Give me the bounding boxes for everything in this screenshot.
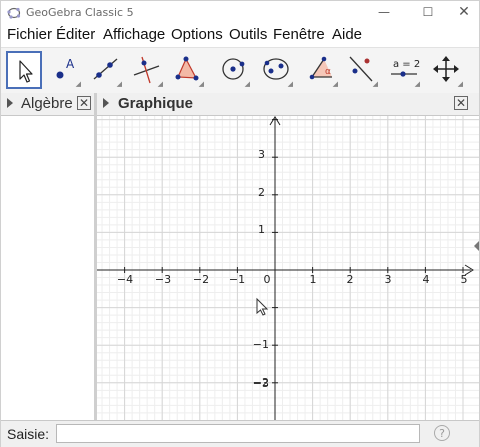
algebra-view-header: Algèbre ✕ (1, 93, 94, 116)
angle-label: α (325, 67, 331, 77)
minimize-button[interactable]: — (365, 1, 403, 25)
menu-options[interactable]: Options (171, 26, 223, 43)
graphics-view-title: Graphique (118, 95, 194, 112)
toolbar: A ◢ ◢ ◢ ◢ ◢ ◢ α ◢ ◢ a = 2 ◢ ◢ (1, 47, 479, 95)
ellipse-icon (263, 58, 289, 80)
menu-affichage[interactable]: Affichage (103, 26, 165, 43)
reflect-tool-button[interactable]: ◢ (344, 51, 380, 89)
dropdown-arrow-icon: ◢ (332, 80, 338, 88)
menu-fichier[interactable]: Fichier (7, 26, 52, 43)
x-tick-label: −2 (193, 273, 209, 286)
geogebra-window: GeoGebra Classic 5 — ☐ ✕ Fichier Éditer … (0, 0, 480, 447)
input-bar: Saisie: ? (1, 420, 479, 447)
dropdown-arrow-icon: ◢ (198, 80, 204, 88)
dropdown-arrow-icon: ◢ (372, 80, 378, 88)
input-label: Saisie: (7, 426, 50, 442)
collapse-arrow-icon[interactable] (103, 98, 109, 108)
circle-tool-button[interactable]: ◢ (216, 51, 252, 89)
x-tick-label: 4 (423, 273, 430, 286)
line-tool-button[interactable]: ◢ (88, 51, 124, 89)
x-tick-label: −1 (229, 273, 245, 286)
circle-icon (222, 58, 245, 80)
polygon-icon (175, 56, 199, 81)
point-tool-button[interactable]: A ◢ (47, 51, 83, 89)
dropdown-arrow-icon: ◢ (157, 80, 163, 88)
graphics-view[interactable]: −4 −3 −2 −1 0 1 2 3 4 5 3 2 1 −1 −2 −3 (97, 116, 479, 420)
window-title: GeoGebra Classic 5 (26, 6, 134, 19)
angle-icon: α (309, 56, 332, 80)
input-field[interactable] (56, 424, 420, 443)
x-tick-label: 3 (385, 273, 392, 286)
perpendicular-line-icon (133, 56, 160, 84)
collapse-arrow-icon[interactable] (7, 98, 13, 108)
menu-editer[interactable]: Éditer (56, 26, 95, 43)
ellipse-tool-button[interactable]: ◢ (259, 51, 295, 89)
algebra-view-title: Algèbre (21, 95, 73, 112)
pointer-arrow-icon (19, 60, 33, 83)
move-view-tool-button[interactable]: ◢ (429, 51, 465, 89)
x-tick-label: 0 (264, 273, 271, 286)
x-tick-label: 1 (310, 273, 317, 286)
y-tick-label: −1 (253, 338, 269, 351)
dropdown-arrow-icon: ◢ (457, 80, 463, 88)
perpendicular-tool-button[interactable]: ◢ (129, 51, 165, 89)
x-tick-label: 5 (461, 273, 468, 286)
expand-panel-arrow-icon[interactable] (474, 241, 479, 251)
slider-label: a = 2 (393, 59, 420, 70)
point-icon: A (56, 57, 75, 79)
y-tick-label: 3 (258, 148, 265, 161)
close-graphics-view-button[interactable]: ✕ (454, 96, 468, 110)
move-tool-button[interactable] (6, 51, 42, 89)
x-tick-label: −4 (117, 273, 133, 286)
menu-bar: Fichier Éditer Affichage Options Outils … (1, 25, 479, 46)
close-algebra-view-button[interactable]: ✕ (77, 96, 91, 110)
title-bar: GeoGebra Classic 5 — ☐ ✕ (1, 1, 479, 25)
menu-aide[interactable]: Aide (332, 26, 362, 43)
menu-fenetre[interactable]: Fenêtre (273, 26, 325, 43)
slider-tool-button[interactable]: a = 2 ◢ (386, 51, 422, 89)
help-button[interactable]: ? (434, 425, 450, 441)
x-tick-label: −3 (155, 273, 171, 286)
y-tick-label: 1 (258, 223, 265, 236)
dropdown-arrow-icon: ◢ (414, 80, 420, 88)
move-graphics-view-icon (433, 56, 459, 82)
angle-tool-button[interactable]: α ◢ (304, 51, 340, 89)
dropdown-arrow-icon: ◢ (116, 80, 122, 88)
dropdown-arrow-icon: ◢ (244, 80, 250, 88)
dropdown-arrow-icon: ◢ (75, 80, 81, 88)
menu-outils[interactable]: Outils (229, 26, 267, 43)
line-icon (93, 58, 118, 80)
close-button[interactable]: ✕ (445, 1, 480, 25)
maximize-button[interactable]: ☐ (409, 1, 447, 25)
reflect-icon (349, 56, 373, 82)
y-tick-label: −3 (253, 377, 269, 390)
algebra-view[interactable] (1, 116, 94, 420)
graphics-view-header: Graphique ✕ (97, 93, 479, 116)
polygon-tool-button[interactable]: ◢ (170, 51, 206, 89)
dropdown-arrow-icon: ◢ (287, 80, 293, 88)
x-tick-label: 2 (347, 273, 354, 286)
y-tick-label: 2 (258, 186, 265, 199)
geogebra-logo-icon (7, 7, 21, 19)
point-label: A (66, 57, 75, 71)
